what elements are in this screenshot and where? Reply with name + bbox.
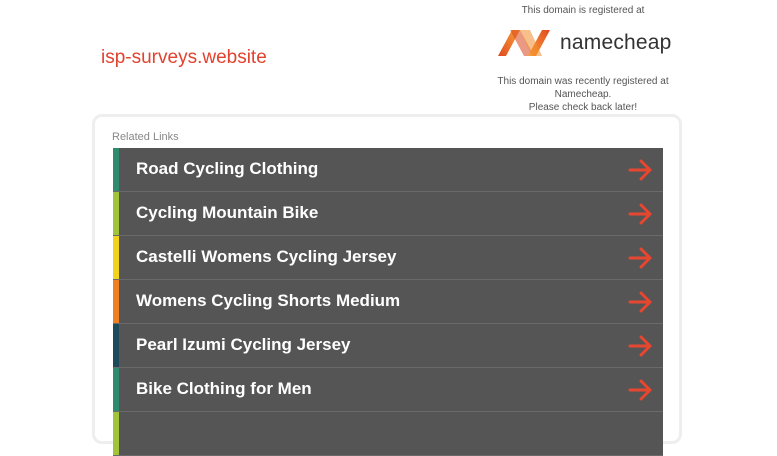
link-label: Castelli Womens Cycling Jersey	[136, 247, 397, 266]
link-label: Bike Clothing for Men	[136, 379, 312, 398]
link-color-bar	[113, 280, 119, 323]
namecheap-wordmark: namecheap	[560, 31, 672, 54]
link-color-bar	[113, 324, 119, 367]
link-color-bar	[113, 148, 119, 191]
related-link-pearl-izumi-cycling-jersey[interactable]: Pearl Izumi Cycling Jersey	[113, 324, 663, 368]
arrow-right-icon	[628, 291, 652, 313]
link-color-bar	[113, 412, 119, 455]
registered-note-line-2: Please check back later!	[528, 102, 638, 113]
namecheap-logo-icon	[498, 30, 550, 56]
arrow-right-icon	[628, 379, 652, 401]
registered-note: This domain was recently registered at N…	[470, 75, 696, 114]
arrow-right-icon	[628, 159, 652, 181]
registered-note-line-1: This domain was recently registered at N…	[497, 76, 669, 100]
related-links-title: Related Links	[112, 131, 179, 143]
related-link-cycling-mountain-bike[interactable]: Cycling Mountain Bike	[113, 192, 663, 236]
related-link-bike-clothing-for-men[interactable]: Bike Clothing for Men	[113, 368, 663, 412]
arrow-right-icon	[628, 203, 652, 225]
related-link-partial[interactable]	[113, 412, 663, 456]
link-label: Pearl Izumi Cycling Jersey	[136, 335, 351, 354]
domain-name: isp-surveys.website	[101, 47, 267, 68]
arrow-right-icon	[628, 335, 652, 357]
link-color-bar	[113, 368, 119, 411]
link-label: Road Cycling Clothing	[136, 159, 319, 178]
link-label: Cycling Mountain Bike	[136, 203, 319, 222]
link-color-bar	[113, 192, 119, 235]
registered-at-label: This domain is registered at	[521, 5, 645, 16]
related-link-castelli-womens-cycling-jersey[interactable]: Castelli Womens Cycling Jersey	[113, 236, 663, 280]
link-label: Womens Cycling Shorts Medium	[136, 291, 401, 310]
namecheap-logo[interactable]: namecheap	[496, 25, 672, 61]
related-link-womens-cycling-shorts-medium[interactable]: Womens Cycling Shorts Medium	[113, 280, 663, 324]
related-links-list: Road Cycling Clothing Cycling Mountain B…	[113, 148, 663, 456]
related-link-road-cycling-clothing[interactable]: Road Cycling Clothing	[113, 148, 663, 192]
link-color-bar	[113, 236, 119, 279]
arrow-right-icon	[628, 247, 652, 269]
